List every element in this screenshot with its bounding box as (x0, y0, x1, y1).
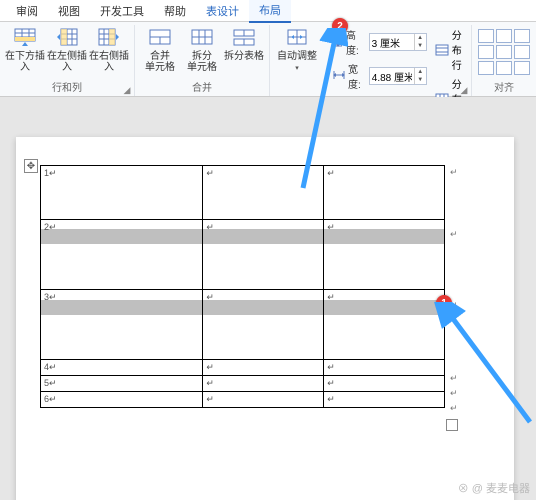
align-middle-right[interactable] (514, 45, 530, 59)
dropdown-icon: ▾ (295, 65, 299, 72)
group-alignment-label: 对齐 (476, 82, 532, 96)
table-row[interactable]: 6↵ ↵ ↵ (41, 392, 445, 408)
table-resize-handle[interactable] (446, 419, 458, 431)
height-spinner[interactable]: ▲▼ (369, 33, 427, 51)
table-row[interactable]: 5↵ ↵ ↵ (41, 376, 445, 392)
insert-right-icon (97, 27, 121, 49)
group-alignment: 对齐 (472, 25, 536, 96)
group-rows-cols-label: 行和列 (4, 82, 130, 96)
row-end-mark: ↵ (450, 229, 458, 240)
cell-size-dialog-launcher[interactable]: ◢ (459, 85, 469, 95)
tab-review[interactable]: 审阅 (6, 0, 48, 22)
rows-cols-dialog-launcher[interactable]: ◢ (122, 85, 132, 95)
merge-cells-icon (148, 27, 172, 49)
distribute-rows-icon (435, 44, 449, 56)
merge-cells-button[interactable]: 合并单元格 (139, 25, 181, 75)
split-cells-icon (190, 27, 214, 49)
ribbon: 在下方插入 在左侧插入 在右侧插入 行和列 ◢ (0, 22, 536, 97)
align-top-right[interactable] (514, 29, 530, 43)
split-table-icon (232, 27, 256, 49)
height-down[interactable]: ▼ (414, 42, 426, 50)
annotation-badge-2: 2 (332, 18, 348, 34)
align-bottom-center[interactable] (496, 61, 512, 75)
menu-bar: 审阅 视图 开发工具 帮助 表设计 布局 (0, 0, 536, 22)
row-end-mark: ↵ (450, 167, 458, 178)
width-spinner[interactable]: ▲▼ (369, 67, 427, 85)
table-row[interactable]: 1↵ ↵ ↵ (41, 166, 445, 220)
table-row[interactable]: 2↵ ↵ ↵ (41, 220, 445, 290)
align-bottom-right[interactable] (514, 61, 530, 75)
tab-layout[interactable]: 布局 (249, 0, 291, 23)
align-bottom-left[interactable] (478, 61, 494, 75)
align-top-center[interactable] (496, 29, 512, 43)
autofit-icon (285, 27, 309, 49)
group-merge: 合并单元格 拆分单元格 拆分表格 合并 (135, 25, 270, 96)
row-height-control: 高度: ▲▼ (332, 27, 427, 57)
tab-devtools[interactable]: 开发工具 (90, 0, 154, 22)
height-up[interactable]: ▲ (414, 34, 426, 42)
col-width-icon (332, 69, 346, 84)
table-row[interactable]: 4↵ ↵ ↵ (41, 360, 445, 376)
width-up[interactable]: ▲ (414, 68, 426, 76)
width-input[interactable] (370, 71, 414, 82)
tab-help[interactable]: 帮助 (154, 0, 196, 22)
insert-left-icon (55, 27, 79, 49)
insert-below-button[interactable]: 在下方插入 (4, 25, 46, 75)
tab-table-design[interactable]: 表设计 (196, 0, 249, 22)
insert-left-button[interactable]: 在左侧插入 (46, 25, 88, 75)
document-table[interactable]: 1↵ ↵ ↵ 2↵ ↵ ↵ 3↵ ↵ ↵ 4↵ ↵ ↵ 5↵ ↵ ↵ 6↵ ↵ … (40, 165, 445, 408)
annotation-badge-1: 1 (436, 295, 452, 311)
group-rows-cols: 在下方插入 在左侧插入 在右侧插入 行和列 ◢ (0, 25, 135, 96)
group-merge-label: 合并 (139, 82, 265, 96)
height-label: 高度: (346, 27, 367, 57)
align-top-left[interactable] (478, 29, 494, 43)
row-end-mark: ↵ (450, 403, 458, 414)
distribute-rows-button[interactable]: 分布行 (435, 27, 463, 72)
insert-below-icon (13, 27, 37, 49)
insert-right-button[interactable]: 在右侧插入 (88, 25, 130, 75)
row-end-mark: ↵ (450, 388, 458, 399)
table-move-handle[interactable]: ✥ (24, 159, 38, 173)
group-autofit: 自动调整▾ (270, 25, 324, 96)
row-height-icon (332, 34, 344, 51)
autofit-button[interactable]: 自动调整▾ (274, 25, 320, 76)
group-cell-size: 高度: ▲▼ 宽度: ▲▼ (324, 25, 472, 96)
alignment-grid (476, 25, 532, 79)
table-row[interactable]: 3↵ ↵ ↵ (41, 290, 445, 360)
tab-view[interactable]: 视图 (48, 0, 90, 22)
row-end-mark: ↵ (450, 373, 458, 384)
width-down[interactable]: ▼ (414, 76, 426, 84)
height-input[interactable] (370, 37, 414, 48)
watermark: ⊗ @ 麦麦电器 (458, 480, 530, 496)
width-label: 宽度: (348, 61, 367, 91)
split-cells-button[interactable]: 拆分单元格 (181, 25, 223, 75)
align-middle-center[interactable] (496, 45, 512, 59)
split-table-button[interactable]: 拆分表格 (223, 25, 265, 64)
align-middle-left[interactable] (478, 45, 494, 59)
col-width-control: 宽度: ▲▼ (332, 61, 427, 91)
document-area: ✥ 1↵ ↵ ↵ 2↵ ↵ ↵ 3↵ ↵ ↵ 4↵ ↵ ↵ 5↵ ↵ ↵ (0, 97, 536, 500)
